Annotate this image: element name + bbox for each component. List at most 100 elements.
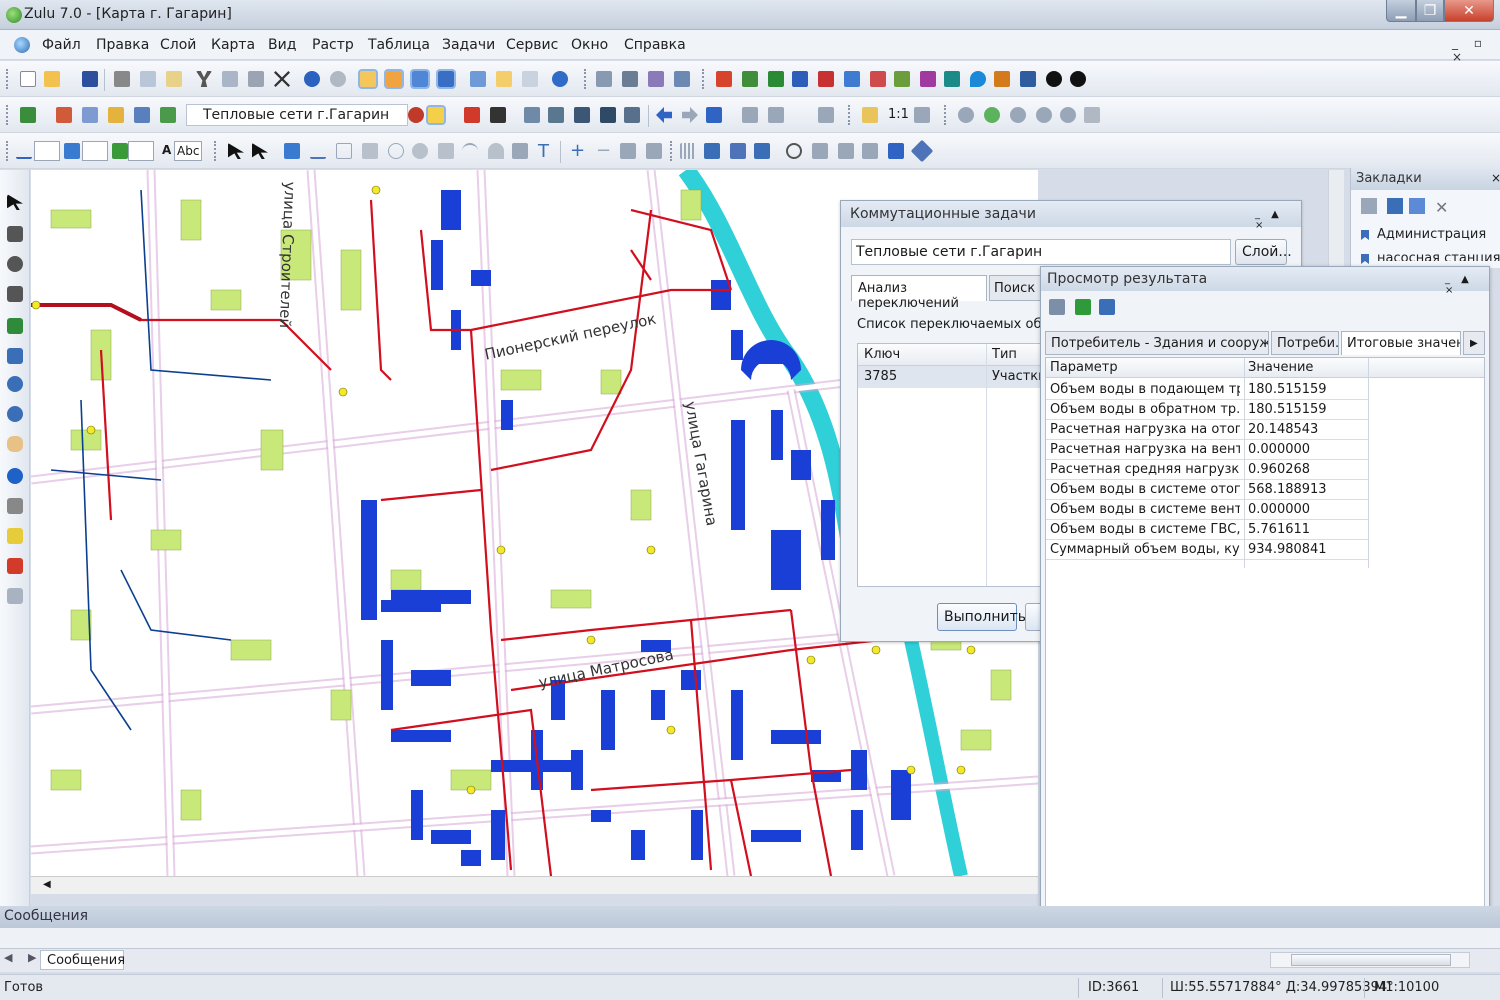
- window-icon[interactable]: [470, 71, 486, 87]
- grid-header-type[interactable]: Тип: [992, 347, 1017, 362]
- redo-icon[interactable]: [330, 71, 346, 87]
- close-button[interactable]: ✕: [1444, 0, 1494, 22]
- diamond-icon[interactable]: [910, 139, 934, 163]
- table-row[interactable]: Расчетная средняя нагрузка на ГВС 0.9602…: [1046, 460, 1368, 480]
- bookmark-item[interactable]: Администрация: [1377, 227, 1486, 242]
- menu-help[interactable]: Справка: [624, 37, 686, 53]
- folder-window-icon[interactable]: [496, 71, 512, 87]
- zoom-layer-icon[interactable]: [818, 107, 834, 123]
- move-node-icon[interactable]: [620, 143, 636, 159]
- raster-props-icon[interactable]: [1010, 107, 1026, 123]
- layer-tree-icon[interactable]: [358, 69, 378, 89]
- menu-view[interactable]: Вид: [268, 37, 296, 53]
- pan-history-icon[interactable]: [706, 107, 722, 123]
- bookmark-delete-icon[interactable]: ✕: [1435, 198, 1448, 217]
- pointer-icon[interactable]: [7, 194, 23, 210]
- filled-rect-icon[interactable]: [362, 143, 378, 159]
- zoom-prev-icon[interactable]: [742, 107, 758, 123]
- edit-layer-icon[interactable]: [426, 105, 446, 125]
- remove-node-icon[interactable]: −: [596, 140, 611, 161]
- bookmarks-close-icon[interactable]: ×: [1491, 171, 1500, 185]
- raster-align-icon[interactable]: [1036, 107, 1052, 123]
- menu-map[interactable]: Карта: [211, 37, 255, 53]
- bar-chart-icon[interactable]: [994, 71, 1010, 87]
- raster-icon[interactable]: [958, 107, 974, 123]
- font-icon[interactable]: A: [162, 143, 171, 157]
- minimize-button[interactable]: ▁: [1386, 0, 1416, 22]
- graph-select-icon[interactable]: [624, 107, 640, 123]
- header-parameter[interactable]: Параметр: [1050, 360, 1118, 375]
- symbol-place-icon[interactable]: [512, 143, 528, 159]
- forward-arrow-icon[interactable]: [682, 107, 698, 123]
- query-icon[interactable]: [648, 71, 664, 87]
- align-icon[interactable]: [730, 143, 746, 159]
- rotate-icon[interactable]: [786, 143, 802, 159]
- menu-service[interactable]: Сервис: [506, 37, 558, 53]
- menu-window[interactable]: Окно: [571, 37, 608, 53]
- result-panel-controls[interactable]: _ ▲ ×: [1445, 274, 1489, 296]
- rectangle-icon[interactable]: [336, 143, 352, 159]
- refresh-icon[interactable]: [7, 318, 23, 334]
- filter-icon[interactable]: [524, 107, 540, 123]
- toolbar-grip[interactable]: [6, 105, 9, 125]
- table-row[interactable]: Объем воды в системе вентиляции 0.000000: [1046, 500, 1368, 520]
- grid-header-key[interactable]: Ключ: [864, 347, 900, 362]
- tab-scroll-icon[interactable]: ▶: [1463, 331, 1485, 355]
- print-preview-icon[interactable]: [140, 71, 156, 87]
- line-style-combo[interactable]: [34, 141, 60, 161]
- toolbar-grip[interactable]: [584, 69, 587, 89]
- menu-edit[interactable]: Правка: [96, 37, 149, 53]
- corner-icon[interactable]: [754, 143, 770, 159]
- report-icon[interactable]: [596, 71, 612, 87]
- fill-icon[interactable]: [64, 143, 80, 159]
- layer-select-button[interactable]: Слой...: [1235, 239, 1292, 265]
- scale-custom-icon[interactable]: [914, 107, 930, 123]
- add-node-icon[interactable]: +: [570, 140, 585, 161]
- layer-props-icon[interactable]: [56, 107, 72, 123]
- water-drop-icon[interactable]: [970, 71, 986, 87]
- paste-icon[interactable]: [248, 71, 264, 87]
- text-tool-icon[interactable]: T: [538, 141, 549, 162]
- network-calc-icon[interactable]: [716, 71, 732, 87]
- undo-icon[interactable]: [304, 71, 320, 87]
- split-icon[interactable]: [646, 143, 662, 159]
- sql-icon[interactable]: [674, 71, 690, 87]
- menu-layer[interactable]: Слой: [160, 37, 196, 53]
- route-icon[interactable]: [7, 588, 23, 604]
- topology-icon[interactable]: [574, 107, 590, 123]
- zoom-extent-icon[interactable]: [7, 348, 23, 364]
- chart-icon[interactable]: [844, 71, 860, 87]
- messages-horizontal-scrollbar[interactable]: [1270, 952, 1470, 968]
- transform-icon[interactable]: [888, 143, 904, 159]
- scale-obj-icon[interactable]: [812, 143, 828, 159]
- bookmark-add-icon[interactable]: [1387, 198, 1403, 214]
- selection-icon[interactable]: [548, 107, 564, 123]
- ellipse-icon[interactable]: [388, 143, 404, 159]
- export-icon[interactable]: [1049, 299, 1065, 315]
- arc-icon[interactable]: [462, 143, 478, 159]
- thermal-icon[interactable]: [920, 71, 936, 87]
- line-style-icon[interactable]: [16, 143, 32, 159]
- excel-icon[interactable]: [1075, 299, 1091, 315]
- move-icon[interactable]: [704, 143, 720, 159]
- select-poly-icon[interactable]: [7, 286, 23, 302]
- tab-consumer-buildings[interactable]: Потребитель - Здания и сооружения...: [1045, 331, 1269, 355]
- tab-consumer[interactable]: Потреби...: [1271, 331, 1339, 355]
- sector-icon[interactable]: [488, 143, 504, 159]
- results-grid[interactable]: Параметр Значение Объем воды в подающем …: [1045, 357, 1485, 917]
- source-icon[interactable]: [742, 71, 758, 87]
- symbol-icon[interactable]: [112, 143, 128, 159]
- compass-icon[interactable]: [944, 71, 960, 87]
- polyline-icon[interactable]: [310, 143, 326, 159]
- map-horizontal-scrollbar[interactable]: ◀: [31, 876, 1038, 894]
- grid-snap-icon[interactable]: [680, 143, 696, 159]
- legend-icon[interactable]: [384, 69, 404, 89]
- maximize-button[interactable]: ❐: [1416, 0, 1444, 22]
- hand-icon[interactable]: [7, 436, 23, 452]
- messages-nav-arrows[interactable]: ◀ ▶: [4, 951, 42, 964]
- scale-1-1-button[interactable]: 1:1: [888, 107, 909, 122]
- map-icon[interactable]: [160, 107, 176, 123]
- switching-layer-field[interactable]: Тепловые сети г.Гагарин: [851, 239, 1231, 265]
- cut-icon[interactable]: [196, 71, 212, 87]
- table-row[interactable]: Расчетная нагрузка на вентиляцию 0.00000…: [1046, 440, 1368, 460]
